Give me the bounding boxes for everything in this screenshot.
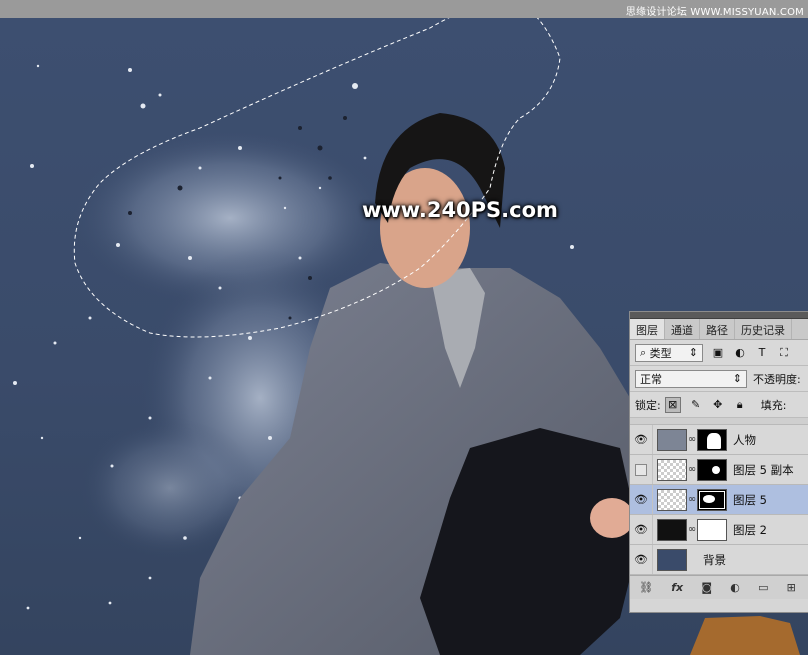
link-icon[interactable]: ⛓︎ — [639, 581, 653, 594]
blend-mode-label: 正常 — [640, 372, 662, 386]
shape-filter-icon[interactable]: ⛶ — [777, 346, 791, 360]
lock-move-icon[interactable]: ✥ — [711, 398, 725, 412]
adjustment-icon[interactable]: ◐ — [730, 581, 740, 594]
site-watermark: www.240PS.com — [362, 198, 558, 222]
filter-type-select[interactable]: ⌕ 类型 ⇕ — [635, 343, 703, 362]
layer-mask-thumbnail[interactable] — [697, 428, 727, 451]
layer-thumbnail — [657, 518, 687, 541]
link-icon: ∞ — [687, 464, 697, 475]
layer-row-copy[interactable]: ∞ 图层 5 副本 — [630, 455, 808, 485]
chevron-updown-icon: ⇕ — [732, 372, 742, 385]
lock-paint-icon[interactable]: ✎ — [689, 398, 703, 412]
fill-label: 填充: — [760, 398, 787, 412]
layer-row-layer5[interactable]: 👁︎ ∞ 图层 5 — [630, 485, 808, 515]
layer-mask-thumbnail[interactable] — [697, 488, 727, 511]
top-title-bar: 思缘设计论坛 WWW.MISSYUAN.COM — [0, 0, 808, 18]
layer-row-layer2[interactable]: 👁︎ ∞ 图层 2 — [630, 515, 808, 545]
lock-all-icon[interactable]: 🔒︎ — [733, 398, 747, 412]
eye-icon[interactable]: 👁︎ — [630, 485, 653, 514]
mask-icon[interactable]: ◙ — [701, 581, 712, 594]
eye-icon[interactable]: 👁︎ — [630, 425, 653, 454]
layer-row-person[interactable]: 👁︎ ∞ 人物 — [630, 425, 808, 455]
tab-channels[interactable]: 通道 — [665, 319, 700, 339]
layer-name: 图层 5 副本 — [733, 462, 794, 477]
lock-row: 锁定: ⊠ ✎ ✥ 🔒︎ 填充: — [630, 392, 808, 418]
fx-icon[interactable]: fx — [671, 581, 683, 594]
lock-label: 锁定: — [635, 398, 661, 412]
hand — [590, 498, 634, 538]
tab-paths[interactable]: 路径 — [700, 319, 735, 339]
layer-name: 图层 5 — [733, 492, 767, 507]
panel-bottom-toolbar: ⛓︎ fx ◙ ◐ ▭ ⊞ — [630, 575, 808, 599]
boot — [690, 616, 800, 655]
eye-icon[interactable]: 👁︎ — [630, 515, 653, 544]
type-filter-icon[interactable]: T — [755, 346, 769, 360]
blend-row: 正常 ⇕ 不透明度: — [630, 366, 808, 392]
layer-name: 背景 — [703, 552, 726, 567]
layer-thumbnail — [657, 458, 687, 481]
adjustment-filter-icon[interactable]: ◐ — [733, 346, 747, 360]
tab-history[interactable]: 历史记录 — [735, 319, 792, 339]
layer-thumbnail — [657, 548, 687, 571]
panel-tabs: 图层 通道 路径 历史记录 — [630, 319, 808, 340]
blend-mode-select[interactable]: 正常 ⇕ — [635, 369, 747, 388]
layer-name: 人物 — [733, 432, 756, 447]
layer-row-background[interactable]: 👁︎ 背景 — [630, 545, 808, 575]
panel-titlebar[interactable] — [630, 312, 808, 319]
layer-list-scroll-hint — [630, 418, 808, 425]
top-watermark: 思缘设计论坛 WWW.MISSYUAN.COM — [625, 7, 804, 18]
pixel-filter-icon[interactable]: ▣ — [711, 346, 725, 360]
search-icon: ⌕ — [640, 345, 647, 359]
new-layer-icon[interactable]: ⊞ — [787, 581, 796, 594]
layer-mask-thumbnail[interactable] — [697, 458, 727, 481]
layer-mask-thumbnail[interactable] — [697, 518, 727, 541]
layer-thumbnail — [657, 488, 687, 511]
visibility-toggle-off[interactable] — [630, 455, 653, 484]
filter-row: ⌕ 类型 ⇕ ▣ ◐ T ⛶ — [630, 340, 808, 366]
tab-layers[interactable]: 图层 — [630, 319, 665, 339]
link-icon: ∞ — [687, 494, 697, 505]
opacity-label: 不透明度: — [753, 372, 801, 386]
lock-transparent-icon[interactable]: ⊠ — [664, 396, 681, 413]
chevron-updown-icon: ⇕ — [688, 346, 698, 359]
link-icon: ∞ — [687, 524, 697, 535]
group-icon[interactable]: ▭ — [758, 581, 768, 594]
eye-icon[interactable]: 👁︎ — [630, 545, 653, 574]
filter-type-label: 类型 — [649, 346, 672, 360]
layer-name: 图层 2 — [733, 522, 767, 537]
link-icon: ∞ — [687, 434, 697, 445]
layers-panel: 图层 通道 路径 历史记录 ⌕ 类型 ⇕ ▣ ◐ T ⛶ 正常 ⇕ 不透明度: … — [629, 311, 808, 613]
layer-thumbnail — [657, 428, 687, 451]
